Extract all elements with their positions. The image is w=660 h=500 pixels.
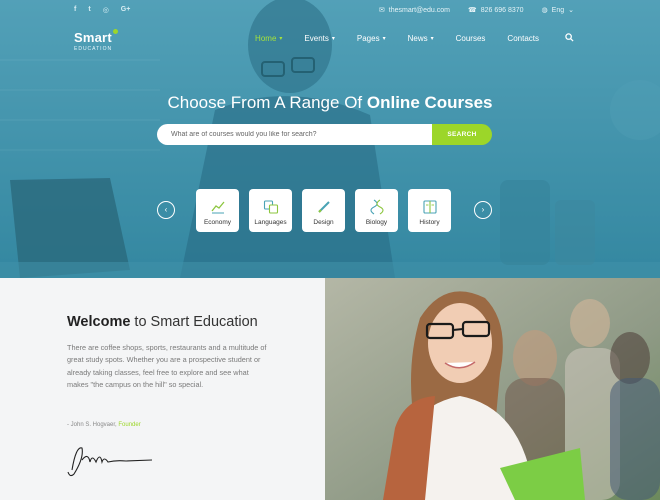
- chevron-down-icon: ▾: [382, 36, 386, 42]
- carousel-next-button[interactable]: ›: [474, 201, 492, 219]
- welcome-citation: - John S. Hogvaer, Founder: [67, 422, 141, 428]
- hero-headline: Choose From A Range Of Online Courses: [0, 93, 660, 113]
- welcome-body: There are coffee shops, sports, restaura…: [67, 343, 267, 389]
- hero-section: f t ◎ G+ ✉ thesmart@edu.com ☎ 826 696 83…: [0, 0, 660, 278]
- category-label: Design: [313, 219, 334, 226]
- search-icon[interactable]: [565, 33, 574, 44]
- nav-label: Home: [255, 34, 277, 43]
- category-history[interactable]: History: [408, 189, 451, 232]
- category-label: History: [419, 219, 440, 226]
- nav-label: News: [407, 34, 428, 43]
- nav-item-news[interactable]: News ▾: [408, 34, 434, 43]
- chevron-right-icon: ›: [481, 205, 485, 214]
- category-label: Languages: [254, 219, 287, 226]
- headline-prefix: Choose From A Range Of: [167, 93, 367, 112]
- email-text: thesmart@edu.com: [388, 6, 450, 14]
- site-logo[interactable]: Smart EDUCATION: [74, 29, 118, 52]
- category-label: Biology: [365, 219, 388, 226]
- envelope-icon: ✉: [378, 7, 385, 14]
- top-bar: f t ◎ G+ ✉ thesmart@edu.com ☎ 826 696 83…: [0, 0, 660, 20]
- book-icon: [422, 200, 437, 214]
- headline-bold: Online Courses: [366, 93, 493, 112]
- nav-item-home[interactable]: Home ▾: [255, 34, 282, 43]
- nav-label: Pages: [356, 34, 380, 43]
- phone-text: 826 696 8370: [480, 6, 524, 14]
- language-text: Eng: [551, 6, 565, 14]
- main-nav: Home ▾ Events ▾ Pages ▾ News ▾ Courses Conta…: [233, 33, 574, 44]
- welcome-title-bold: Welcome: [67, 314, 131, 330]
- logo-subtitle: EDUCATION: [74, 46, 113, 52]
- student-photo-illustration: [325, 278, 660, 500]
- nav-label: Events: [304, 34, 329, 43]
- nav-item-courses[interactable]: Courses: [456, 34, 486, 43]
- instagram-icon[interactable]: ◎: [103, 6, 109, 14]
- email-link[interactable]: ✉ thesmart@edu.com: [378, 6, 450, 15]
- category-design[interactable]: Design: [302, 189, 345, 232]
- chevron-down-icon: ▾: [430, 36, 434, 42]
- carousel-prev-button[interactable]: ‹: [157, 201, 175, 219]
- category-economy[interactable]: Economy: [196, 189, 239, 232]
- phone-icon: ☎: [467, 7, 477, 14]
- cite-name: - John S. Hogvaer,: [67, 422, 119, 428]
- facebook-icon[interactable]: f: [74, 6, 76, 14]
- course-search-input[interactable]: [157, 124, 432, 145]
- nav-item-events[interactable]: Events ▾: [304, 34, 334, 43]
- chart-icon: [210, 201, 224, 214]
- social-links: f t ◎ G+: [74, 6, 130, 14]
- category-languages[interactable]: Languages: [249, 189, 292, 232]
- globe-icon: ◍: [541, 7, 548, 14]
- welcome-title-rest: to Smart Education: [130, 314, 258, 330]
- cite-role: Founder: [118, 422, 141, 428]
- chevron-down-icon: ▾: [279, 36, 283, 42]
- language-selector[interactable]: ◍ Eng ⌄: [541, 6, 574, 15]
- nav-label: Courses: [455, 34, 486, 43]
- chevron-down-icon: ⌄: [568, 7, 574, 14]
- nav-item-pages[interactable]: Pages ▾: [357, 34, 386, 43]
- phone-link[interactable]: ☎ 826 696 8370: [467, 6, 524, 15]
- course-search: SEARCH: [157, 124, 492, 145]
- chevron-down-icon: ▾: [331, 36, 335, 42]
- logo-dot: [113, 29, 118, 34]
- welcome-title: Welcome to Smart Education: [67, 314, 258, 330]
- category-biology[interactable]: Biology: [355, 189, 398, 232]
- signature-image: [67, 447, 153, 477]
- google-plus-icon[interactable]: G+: [121, 6, 131, 14]
- student-photo: [325, 278, 660, 500]
- chevron-left-icon: ‹: [164, 205, 168, 214]
- dna-icon: [369, 199, 384, 215]
- search-button[interactable]: SEARCH: [432, 124, 492, 145]
- translate-icon: [263, 200, 278, 214]
- nav-label: Contacts: [507, 34, 539, 43]
- nav-item-contacts[interactable]: Contacts: [507, 34, 539, 43]
- contact-info: ✉ thesmart@edu.com ☎ 826 696 8370 ◍ Eng …: [378, 6, 574, 15]
- category-carousel: Economy Languages Design Biology History: [196, 189, 451, 232]
- category-label: Economy: [203, 219, 232, 226]
- twitter-icon[interactable]: t: [88, 6, 90, 14]
- pencil-icon: [317, 201, 330, 213]
- welcome-section: Welcome to Smart Education There are cof…: [0, 278, 325, 500]
- logo-name: Smart: [74, 30, 112, 45]
